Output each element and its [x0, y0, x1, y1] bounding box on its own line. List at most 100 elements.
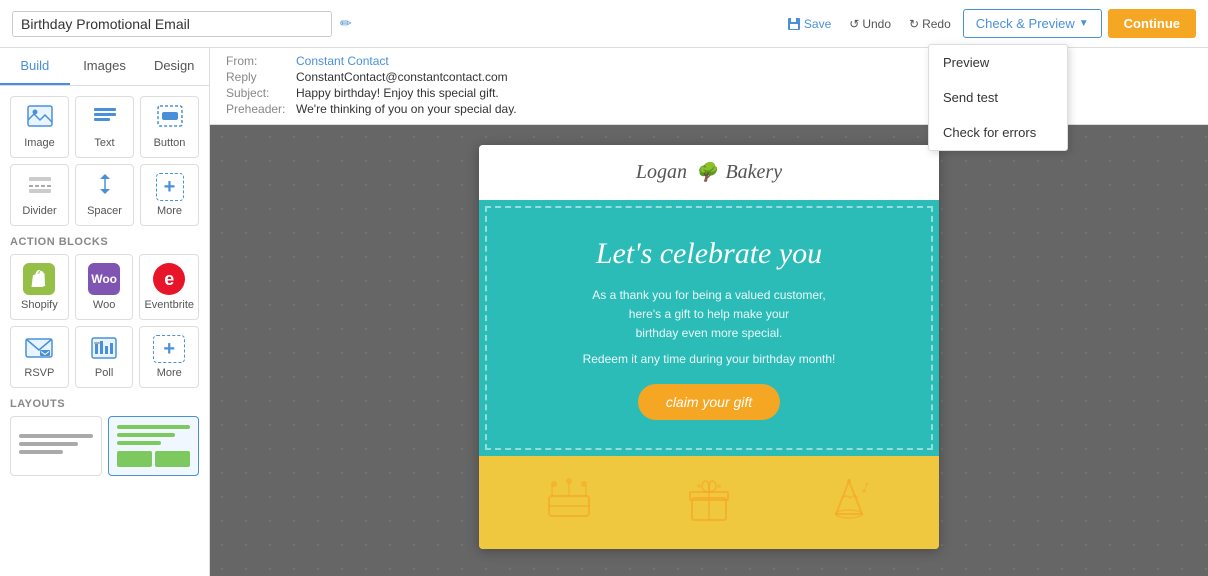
check-preview-button[interactable]: Check & Preview ▼: [963, 9, 1102, 38]
redo-label: Redo: [922, 17, 951, 31]
from-value: Constant Contact: [296, 54, 389, 68]
shopify-icon: [23, 263, 55, 295]
email-header: Logan 🌳 Bakery: [479, 145, 939, 200]
email-subtitle: As a thank you for being a valued custom…: [523, 286, 895, 344]
save-button[interactable]: Save: [781, 13, 837, 35]
block-action-more[interactable]: + More: [139, 326, 199, 388]
check-preview-label: Check & Preview: [976, 16, 1075, 31]
save-label: Save: [804, 17, 831, 31]
undo-icon: ↺: [849, 17, 859, 31]
divider-block-icon: [27, 173, 53, 201]
poll-label: Poll: [95, 367, 113, 379]
continue-button[interactable]: Continue: [1108, 9, 1196, 38]
action-blocks-grid: Shopify Woo Woo e Eventbrite: [10, 254, 199, 388]
logo-text: Logan: [636, 161, 687, 184]
text-block-icon: [92, 105, 118, 133]
subject-value: Happy birthday! Enjoy this special gift.: [296, 86, 499, 100]
sidebar-tabs: Build Images Design: [0, 48, 209, 86]
spacer-block-label: Spacer: [87, 205, 122, 217]
sidebar: Build Images Design Image: [0, 48, 210, 576]
save-icon: [787, 17, 801, 31]
blocks-section: Image Text: [0, 86, 209, 486]
block-text[interactable]: Text: [75, 96, 134, 158]
shopify-label: Shopify: [21, 299, 58, 311]
block-divider[interactable]: Divider: [10, 164, 69, 226]
dropdown-item-preview[interactable]: Preview: [929, 45, 1067, 80]
from-label: From:: [226, 54, 296, 68]
check-preview-dropdown: Preview Send test Check for errors: [928, 44, 1068, 151]
block-rsvp[interactable]: RSVP: [10, 326, 69, 388]
golden-gift-icon: [684, 476, 734, 529]
email-canvas: Logan 🌳 Bakery Let's celebrate you As a …: [210, 125, 1208, 576]
block-image[interactable]: Image: [10, 96, 69, 158]
redo-icon: ↻: [909, 17, 919, 31]
email-footer-golden: [479, 456, 939, 549]
tab-design[interactable]: Design: [139, 48, 209, 85]
dropdown-arrow-icon: ▼: [1079, 18, 1089, 29]
top-actions: Save ↺ Undo ↻ Redo Check & Preview ▼ Con…: [781, 9, 1196, 38]
layouts-grid: [10, 416, 199, 476]
block-more[interactable]: + More: [140, 164, 199, 226]
golden-cake-icon: [544, 476, 594, 529]
email-wrapper: Logan 🌳 Bakery Let's celebrate you As a …: [479, 145, 939, 549]
redo-button[interactable]: ↻ Redo: [903, 13, 957, 35]
action-more-icon: +: [153, 335, 185, 363]
image-block-label: Image: [24, 137, 55, 149]
block-poll[interactable]: Poll: [75, 326, 134, 388]
tab-images[interactable]: Images: [70, 48, 140, 85]
action-more-label: More: [157, 367, 182, 379]
claim-gift-button[interactable]: claim your gift: [638, 384, 780, 420]
content-blocks-grid: Image Text: [10, 96, 199, 226]
button-block-label: Button: [154, 137, 186, 149]
layout-item-1[interactable]: [10, 416, 102, 476]
top-bar: ✏ Save ↺ Undo ↻ Redo Check & Preview ▼ C…: [0, 0, 1208, 48]
eventbrite-label: Eventbrite: [144, 299, 194, 311]
redeem-text: Redeem it any time during your birthday …: [523, 352, 895, 366]
action-blocks-label: Action Blocks: [10, 236, 199, 248]
block-woo[interactable]: Woo Woo: [75, 254, 134, 320]
block-shopify[interactable]: Shopify: [10, 254, 69, 320]
block-spacer[interactable]: Spacer: [75, 164, 134, 226]
subtitle-line1: As a thank you for being a valued custom…: [592, 288, 825, 302]
edit-icon[interactable]: ✏: [340, 15, 352, 32]
rsvp-icon: [24, 336, 54, 363]
celebrate-title: Let's celebrate you: [523, 236, 895, 272]
email-teal-inner: Let's celebrate you As a thank you for b…: [485, 206, 933, 450]
email-title-input[interactable]: [12, 11, 332, 37]
block-eventbrite[interactable]: e Eventbrite: [139, 254, 199, 320]
undo-button[interactable]: ↺ Undo: [843, 13, 897, 35]
poll-icon: [90, 336, 118, 363]
email-teal-section: Let's celebrate you As a thank you for b…: [479, 200, 939, 456]
title-area: ✏: [12, 11, 352, 37]
golden-party-icon: [824, 476, 874, 529]
block-button[interactable]: Button: [140, 96, 199, 158]
preheader-label: Preheader:: [226, 102, 296, 116]
reply-value: ConstantContact@constantcontact.com: [296, 70, 508, 84]
woo-icon: Woo: [88, 263, 120, 295]
layout-thumb-1: [19, 434, 93, 458]
reply-label: Reply: [226, 70, 296, 84]
undo-label: Undo: [862, 17, 891, 31]
subtitle-line3: birthday even more special.: [636, 326, 783, 340]
divider-block-label: Divider: [22, 205, 56, 217]
preheader-value: We're thinking of you on your special da…: [296, 102, 517, 116]
tab-build[interactable]: Build: [0, 48, 70, 85]
more-block-icon: +: [156, 173, 184, 201]
text-block-label: Text: [94, 137, 114, 149]
layouts-label: Layouts: [10, 398, 199, 410]
subject-label: Subject:: [226, 86, 296, 100]
bakery-logo: Logan 🌳 Bakery: [495, 161, 923, 184]
dropdown-item-send-test[interactable]: Send test: [929, 80, 1067, 115]
layout-thumb-2: [117, 425, 191, 467]
more-block-label: More: [157, 205, 182, 217]
image-block-icon: [27, 105, 53, 133]
canvas-inner: Logan 🌳 Bakery Let's celebrate you As a …: [210, 125, 1208, 569]
subtitle-line2: here's a gift to help make your: [629, 307, 789, 321]
dropdown-item-check-errors[interactable]: Check for errors: [929, 115, 1067, 150]
tree-icon: 🌳: [695, 162, 717, 183]
button-block-icon: [157, 105, 183, 133]
woo-label: Woo: [93, 299, 115, 311]
layout-item-2[interactable]: [108, 416, 200, 476]
rsvp-label: RSVP: [24, 367, 54, 379]
eventbrite-icon: e: [153, 263, 185, 295]
